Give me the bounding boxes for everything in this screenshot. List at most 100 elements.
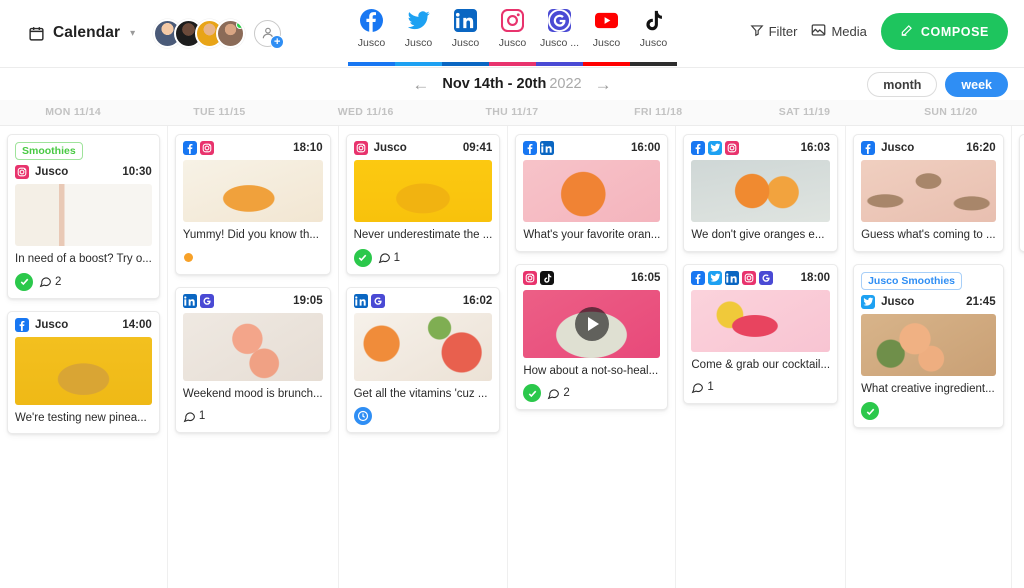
post-meta: 1: [183, 407, 323, 425]
chevron-down-icon[interactable]: ▾: [130, 28, 135, 39]
tiktok-icon: [540, 270, 555, 285]
comment-count[interactable]: 2: [547, 387, 570, 400]
week-grid: Smoothies Jusco 10:30 In need of a boost? T…: [0, 126, 1024, 588]
media-button[interactable]: Media: [811, 23, 867, 40]
post-card[interactable]: Jusco08:42This is how a nutrient po...: [1018, 134, 1024, 252]
post-header: 16:03: [691, 141, 830, 155]
comment-count[interactable]: 2: [39, 275, 61, 288]
post-header: 18:10: [182, 141, 323, 155]
comment-count[interactable]: 1: [378, 251, 400, 264]
post-card[interactable]: 16:05 How about a not-so-heal... 2: [515, 263, 669, 411]
day-headers: MON 11/14 TUE 11/15 WED 11/16 THU 11/17 FRI …: [0, 100, 1024, 126]
post-header: 19:05: [182, 293, 323, 308]
post-header: Jusco 09:41: [353, 141, 493, 155]
linkedin-icon: [182, 293, 197, 308]
post-header: 18:00: [691, 270, 830, 285]
day-header: SAT 11/19: [778, 106, 831, 118]
comment-count[interactable]: 1: [183, 410, 205, 423]
post-thumbnail[interactable]: [523, 160, 661, 222]
platform-tab-underline: [442, 62, 489, 66]
post-thumbnail[interactable]: [182, 312, 323, 381]
post-thumbnail[interactable]: [691, 289, 831, 352]
team-avatars[interactable]: +: [153, 18, 285, 49]
post-thumbnail[interactable]: [182, 160, 323, 222]
post-card[interactable]: Jusco 16:20 Guess what's coming to ...: [853, 134, 1004, 252]
day-column[interactable]: 18:10 Yummy! Did you know th... 19:05 Weeke…: [167, 126, 339, 588]
linkedin-icon: [454, 9, 477, 32]
platform-tab-linkedin[interactable]: Jusco: [442, 0, 489, 66]
post-time: 09:41: [462, 142, 493, 154]
calendar-icon: [28, 25, 45, 42]
day-column[interactable]: Jusco 16:20 Guess what's coming to ... Jusc…: [846, 126, 1012, 588]
avatar[interactable]: [216, 18, 246, 48]
day-column[interactable]: 16:00 What's your favorite oran... 16:05 Ho…: [508, 126, 677, 588]
twitter-icon: [708, 270, 723, 285]
day-column[interactable]: Jusco 09:41 Never underestimate the ... 1 16…: [338, 126, 509, 588]
post-card[interactable]: Jusco Smoothies Jusco 21:45 What creative i…: [853, 263, 1004, 429]
campaign-tag[interactable]: Jusco Smoothies: [861, 271, 963, 290]
platform-tab-tiktok[interactable]: Jusco: [630, 0, 677, 66]
post-thumbnail[interactable]: [691, 160, 831, 222]
calendar-selector[interactable]: Calendar ▾ +: [0, 0, 285, 66]
facebook-icon: [523, 141, 538, 155]
comment-count[interactable]: 1: [691, 381, 714, 394]
media-icon: [811, 23, 826, 40]
instagram-icon: [523, 270, 538, 285]
post-card[interactable]: Smoothies Jusco 10:30 In need of a boost? T…: [7, 134, 160, 299]
comment-count-value: 1: [393, 251, 400, 264]
platform-tab-underline: [630, 62, 677, 66]
post-meta: 2: [15, 272, 152, 291]
post-thumbnail[interactable]: [861, 160, 996, 222]
arrow-left-icon[interactable]: ←: [412, 76, 429, 93]
post-card[interactable]: Jusco 09:41 Never underestimate the ... 1: [345, 134, 501, 275]
filter-icon: [750, 23, 764, 40]
platform-tab-twitter[interactable]: Jusco: [395, 0, 442, 66]
filter-button[interactable]: Filter: [750, 23, 797, 40]
post-thumbnail[interactable]: [15, 184, 152, 246]
post-time: 16:02: [462, 294, 493, 307]
campaign-tag[interactable]: Smoothies: [15, 142, 83, 160]
date-range-nav: ← Nov 14th - 20th 2022 →: [412, 76, 611, 93]
facebook-icon: [691, 141, 706, 155]
post-caption: How about a not-so-heal...: [523, 364, 659, 377]
post-account: Jusco: [881, 295, 915, 308]
platform-tab-underline: [395, 62, 442, 66]
play-icon[interactable]: [574, 306, 609, 341]
post-time: 10:30: [122, 166, 152, 178]
view-month-button[interactable]: month: [867, 72, 938, 97]
arrow-right-icon[interactable]: →: [595, 76, 612, 93]
post-thumbnail[interactable]: [15, 336, 152, 405]
post-thumbnail[interactable]: [861, 313, 996, 376]
google-icon: [370, 293, 385, 308]
view-week-button[interactable]: week: [945, 72, 1008, 97]
platform-tab-underline: [583, 62, 630, 66]
comment-count-value: 1: [198, 410, 206, 423]
platform-tab-facebook[interactable]: Jusco: [348, 0, 395, 66]
post-card[interactable]: Jusco 14:00 We're testing new pinea...: [7, 310, 160, 435]
post-header: Jusco 10:30: [15, 165, 152, 179]
platform-tab-google[interactable]: Jusco ...: [536, 0, 583, 66]
platform-tab-youtube[interactable]: Jusco: [583, 0, 630, 66]
post-card[interactable]: 16:00 What's your favorite oran...: [515, 134, 669, 252]
instagram-icon: [199, 141, 214, 155]
platform-tab-underline: [489, 62, 536, 66]
post-card[interactable]: 16:02 Get all the vitamins 'cuz ...: [345, 286, 501, 436]
add-user-icon[interactable]: +: [254, 19, 285, 49]
post-meta: [353, 407, 493, 426]
post-thumbnail[interactable]: [523, 289, 661, 358]
day-column[interactable]: Jusco08:42This is how a nutrient po...: [1011, 126, 1024, 588]
post-card[interactable]: 16:03 We don't give oranges e...: [683, 134, 839, 252]
instagram-icon: [353, 141, 368, 155]
post-caption: Weekend mood is brunch...: [182, 387, 323, 400]
day-column[interactable]: 16:03 We don't give oranges e... 18:00 Come…: [676, 126, 847, 588]
compose-button[interactable]: COMPOSE: [880, 13, 1008, 50]
day-column[interactable]: Smoothies Jusco 10:30 In need of a boost? T…: [0, 126, 168, 588]
post-card[interactable]: 18:10 Yummy! Did you know th...: [174, 134, 331, 275]
post-thumbnail[interactable]: [353, 312, 493, 381]
platform-tab-instagram[interactable]: Jusco: [489, 0, 536, 66]
post-thumbnail[interactable]: [353, 160, 493, 222]
post-caption: Come & grab our cocktail...: [691, 358, 831, 371]
post-card[interactable]: 19:05 Weekend mood is brunch... 1: [174, 286, 331, 436]
post-account: Jusco: [373, 142, 407, 154]
post-card[interactable]: 18:00 Come & grab our cocktail... 1: [683, 263, 839, 405]
